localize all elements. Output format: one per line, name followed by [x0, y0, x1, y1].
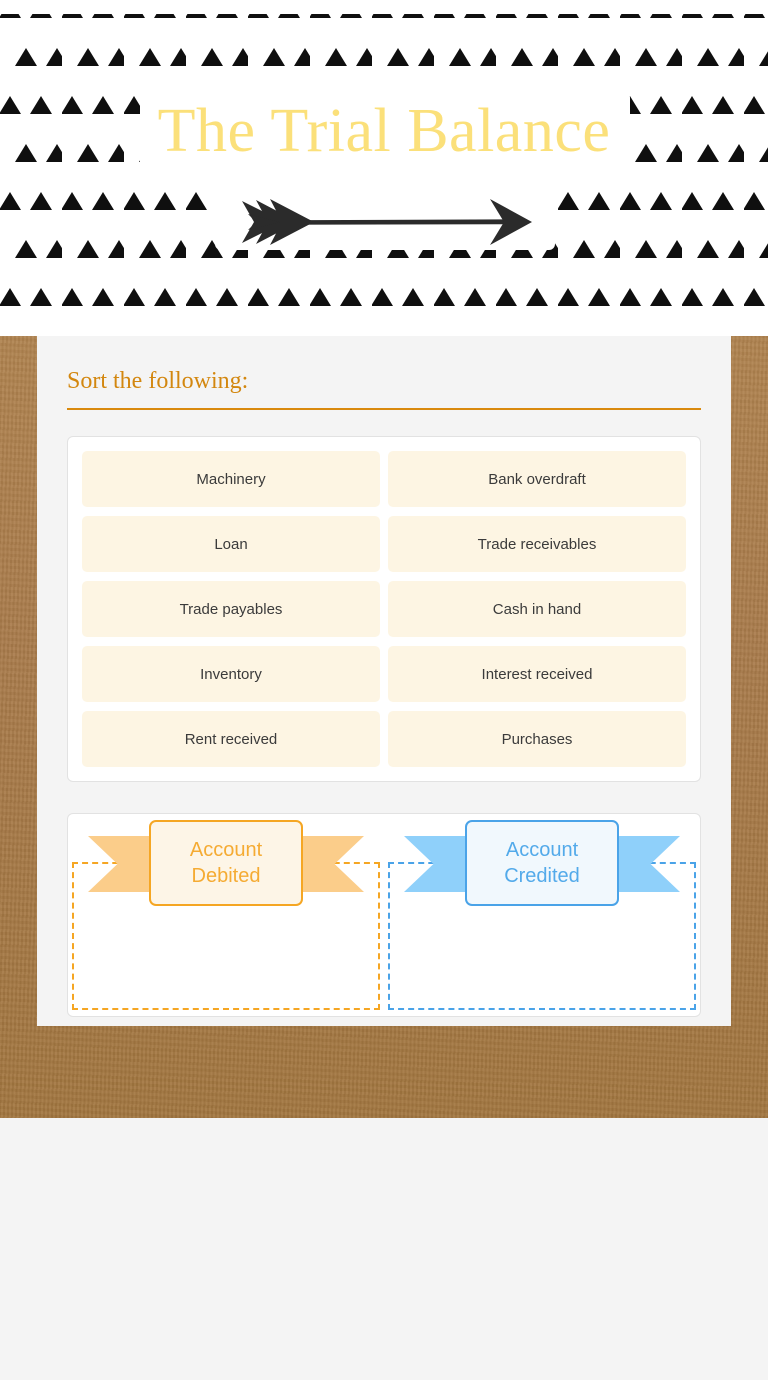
page-bottom-area [0, 1118, 768, 1380]
dropzone-label-line1: Account [189, 839, 263, 861]
header-banner: The Trial Balance [0, 0, 768, 336]
draggable-tile[interactable]: Inventory [82, 646, 380, 702]
dropzone-label-line1: Account [505, 839, 579, 861]
tiles-grid: Machinery Bank overdraft Loan Trade rece… [82, 451, 686, 767]
draggable-tile[interactable]: Loan [82, 516, 380, 572]
page-title: The Trial Balance [157, 97, 611, 165]
tiles-panel: Machinery Bank overdraft Loan Trade rece… [67, 436, 701, 782]
activity-card: Sort the following: Machinery Bank overd… [37, 336, 731, 1026]
ribbon-wing-right-icon [616, 836, 680, 892]
dropzone-label-line2: Credited [504, 865, 580, 887]
dropzones-panel: Account Debited Account Credited [67, 813, 701, 1017]
draggable-tile[interactable]: Bank overdraft [388, 451, 686, 507]
worksheet-page: The Trial Balance Sort the following: Ma… [0, 0, 768, 1380]
draggable-tile[interactable]: Trade receivables [388, 516, 686, 572]
dropzone-column-debited: Account Debited [68, 814, 384, 1016]
draggable-tile[interactable]: Rent received [82, 711, 380, 767]
ribbon-wing-right-icon [300, 836, 364, 892]
dropzone-label-debited: Account Debited [149, 820, 303, 906]
ribbon-wing-left-icon [88, 836, 152, 892]
draggable-tile[interactable]: Trade payables [82, 581, 380, 637]
draggable-tile[interactable]: Interest received [388, 646, 686, 702]
ribbon-account-credited: Account Credited [404, 820, 680, 906]
triangle-pattern [0, 0, 768, 336]
dropzone-label-credited: Account Credited [465, 820, 619, 906]
dropzone-column-credited: Account Credited [384, 814, 700, 1016]
draggable-tile[interactable]: Purchases [388, 711, 686, 767]
ribbon-wing-left-icon [404, 836, 468, 892]
ribbon-account-debited: Account Debited [88, 820, 364, 906]
draggable-tile[interactable]: Machinery [82, 451, 380, 507]
prompt-heading: Sort the following: [67, 366, 701, 410]
arrow-right-icon [242, 199, 532, 245]
draggable-tile[interactable]: Cash in hand [388, 581, 686, 637]
dropzone-label-line2: Debited [191, 865, 261, 887]
